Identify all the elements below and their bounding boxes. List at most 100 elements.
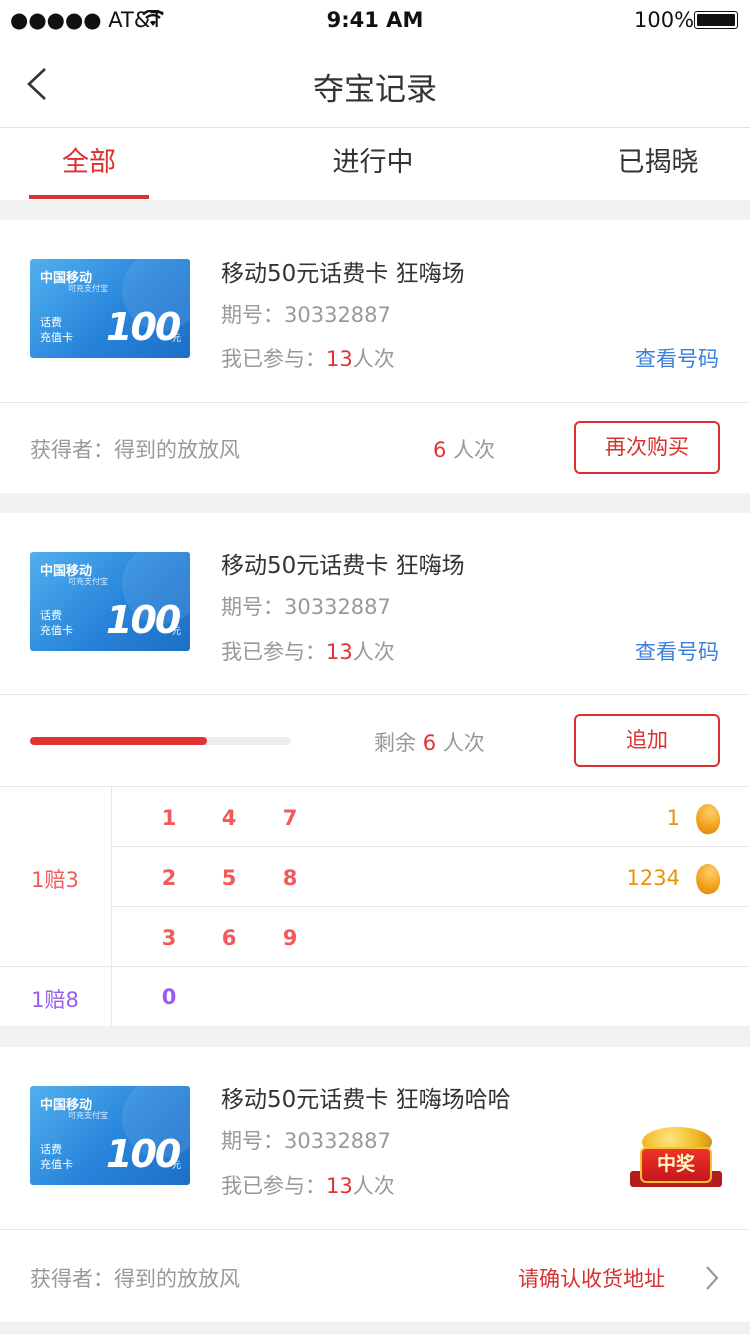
brand-sub-text: 可充支付宝 bbox=[68, 1111, 108, 1120]
remaining-unit: 人次 bbox=[442, 731, 485, 755]
winning-badge-icon: 中奖 bbox=[630, 1127, 722, 1197]
period-label: 期号： bbox=[221, 303, 284, 327]
product-title[interactable]: 移动50元话费卡 狂嗨场哈哈 bbox=[221, 1080, 511, 1114]
joined-line: 我已参与：13人次 bbox=[221, 343, 395, 373]
period-line: 期号：30332887 bbox=[221, 1125, 391, 1155]
joined-label: 我已参与： bbox=[221, 640, 326, 664]
joined-unit: 人次 bbox=[352, 640, 395, 664]
card-unit: 元 bbox=[172, 627, 182, 637]
number-cell[interactable]: 8 bbox=[275, 866, 305, 890]
number-cell[interactable]: 9 bbox=[275, 926, 305, 950]
confirm-address-link[interactable]: 请确认收货地址 bbox=[518, 1259, 724, 1295]
joined-label: 我已参与： bbox=[221, 1174, 326, 1198]
number-cell[interactable]: 3 bbox=[154, 926, 184, 950]
card-unit: 元 bbox=[172, 1161, 182, 1171]
period-number: 30332887 bbox=[284, 303, 391, 327]
tab-in-progress[interactable]: 进行中 bbox=[313, 128, 433, 200]
number-grid: 1赔3 1赔8 1 4 7 2 5 8 3 6 9 0 1 1234 bbox=[0, 787, 750, 1026]
number-cell[interactable]: 1 bbox=[154, 806, 184, 830]
card-type-label: 话费 充值卡 bbox=[40, 1143, 73, 1171]
joined-unit: 人次 bbox=[352, 1174, 395, 1198]
card-amount: 100 bbox=[106, 305, 181, 349]
brand-sub-text: 可充支付宝 bbox=[68, 577, 108, 586]
winning-badge-label: 中奖 bbox=[640, 1147, 712, 1183]
winner-unit: 人次 bbox=[453, 438, 496, 462]
period-label: 期号： bbox=[221, 595, 284, 619]
remaining-line: 剩余 6 人次 bbox=[374, 727, 485, 757]
progress-track bbox=[30, 737, 291, 745]
bean-icon bbox=[693, 801, 723, 837]
divider bbox=[0, 1229, 750, 1230]
confirm-address-label: 请确认收货地址 bbox=[518, 1267, 665, 1291]
grid-divider bbox=[0, 966, 750, 967]
winner-line: 获得者：得到的放放风 bbox=[30, 434, 240, 464]
card-type-label: 话费 充值卡 bbox=[40, 609, 73, 637]
winner-name: 得到的放放风 bbox=[114, 438, 240, 462]
card-type-label: 话费 充值卡 bbox=[40, 316, 73, 344]
winner-label: 获得者： bbox=[30, 438, 114, 462]
winner-line: 获得者：得到的放放风 bbox=[30, 1263, 240, 1293]
winner-name: 得到的放放风 bbox=[114, 1267, 240, 1291]
remaining-label: 剩余 bbox=[374, 731, 416, 755]
record-card: 中国移动 可充支付宝 话费 充值卡 100 元 移动50元话费卡 狂嗨场哈哈 期… bbox=[0, 1047, 750, 1322]
number-cell[interactable]: 6 bbox=[214, 926, 244, 950]
winner-count: 6 bbox=[433, 438, 447, 462]
period-number: 30332887 bbox=[284, 595, 391, 619]
tab-revealed[interactable]: 已揭晓 bbox=[598, 128, 718, 200]
progress-fill bbox=[30, 737, 208, 745]
record-card: 中国移动 可充支付宝 话费 充值卡 100 元 移动50元话费卡 狂嗨场 期号：… bbox=[0, 220, 750, 493]
winner-count-line: 6 人次 bbox=[433, 434, 495, 464]
product-title[interactable]: 移动50元话费卡 狂嗨场 bbox=[221, 254, 465, 288]
divider bbox=[0, 694, 750, 695]
remaining-count: 6 bbox=[422, 731, 437, 755]
grid-divider bbox=[112, 846, 750, 847]
joined-count: 13 bbox=[326, 347, 353, 371]
product-image[interactable]: 中国移动 可充支付宝 话费 充值卡 100 元 bbox=[30, 552, 190, 651]
period-number: 30332887 bbox=[284, 1129, 391, 1153]
divider bbox=[0, 402, 750, 403]
joined-label: 我已参与： bbox=[221, 347, 326, 371]
view-codes-link[interactable]: 查看号码 bbox=[635, 343, 719, 373]
odds-label: 1赔8 bbox=[31, 988, 79, 1012]
period-line: 期号：30332887 bbox=[221, 299, 391, 329]
tab-revealed-label: 已揭晓 bbox=[617, 147, 699, 178]
bean-count: 1234 bbox=[626, 866, 680, 890]
winner-label: 获得者： bbox=[30, 1267, 114, 1291]
number-cell[interactable]: 0 bbox=[154, 985, 184, 1009]
bean-icon bbox=[693, 861, 723, 897]
period-line: 期号：30332887 bbox=[221, 591, 391, 621]
brand-sub-text: 可充支付宝 bbox=[68, 284, 108, 293]
bean-count: 1 bbox=[666, 806, 680, 830]
product-title[interactable]: 移动50元话费卡 狂嗨场 bbox=[221, 546, 465, 580]
record-card: 中国移动 可充支付宝 话费 充值卡 100 元 移动50元话费卡 狂嗨场 期号：… bbox=[0, 513, 750, 1026]
battery-icon bbox=[694, 11, 738, 29]
grid-divider bbox=[112, 906, 750, 907]
number-cell[interactable]: 5 bbox=[214, 866, 244, 890]
joined-unit: 人次 bbox=[352, 347, 395, 371]
period-label: 期号： bbox=[221, 1129, 284, 1153]
number-cell[interactable]: 7 bbox=[275, 806, 305, 830]
page-title: 夺宝记录 bbox=[313, 72, 437, 108]
add-more-button[interactable]: 追加 bbox=[574, 714, 720, 767]
number-cell[interactable]: 4 bbox=[214, 806, 244, 830]
tab-bar: 全部 进行中 已揭晓 bbox=[0, 128, 750, 200]
product-image[interactable]: 中国移动 可充支付宝 话费 充值卡 100 元 bbox=[30, 1086, 190, 1185]
joined-count: 13 bbox=[326, 1174, 353, 1198]
odds-label: 1赔3 bbox=[31, 868, 79, 892]
joined-line: 我已参与：13人次 bbox=[221, 1170, 395, 1200]
battery-percent: 100% bbox=[634, 8, 695, 32]
nav-bar: 夺宝记录 bbox=[0, 40, 750, 128]
tab-in-progress-label: 进行中 bbox=[332, 147, 414, 178]
card-unit: 元 bbox=[172, 334, 182, 344]
joined-count: 13 bbox=[326, 640, 353, 664]
card-amount: 100 bbox=[106, 598, 181, 642]
tab-all[interactable]: 全部 bbox=[29, 128, 149, 200]
joined-line: 我已参与：13人次 bbox=[221, 636, 395, 666]
status-bar: ●●●●● AT&T 9:41 AM 100% bbox=[0, 0, 750, 40]
buy-again-button[interactable]: 再次购买 bbox=[574, 421, 720, 474]
card-amount: 100 bbox=[106, 1132, 181, 1176]
view-codes-link[interactable]: 查看号码 bbox=[635, 636, 719, 666]
number-cell[interactable]: 2 bbox=[154, 866, 184, 890]
tab-active-indicator bbox=[29, 195, 149, 199]
product-image[interactable]: 中国移动 可充支付宝 话费 充值卡 100 元 bbox=[30, 259, 190, 358]
